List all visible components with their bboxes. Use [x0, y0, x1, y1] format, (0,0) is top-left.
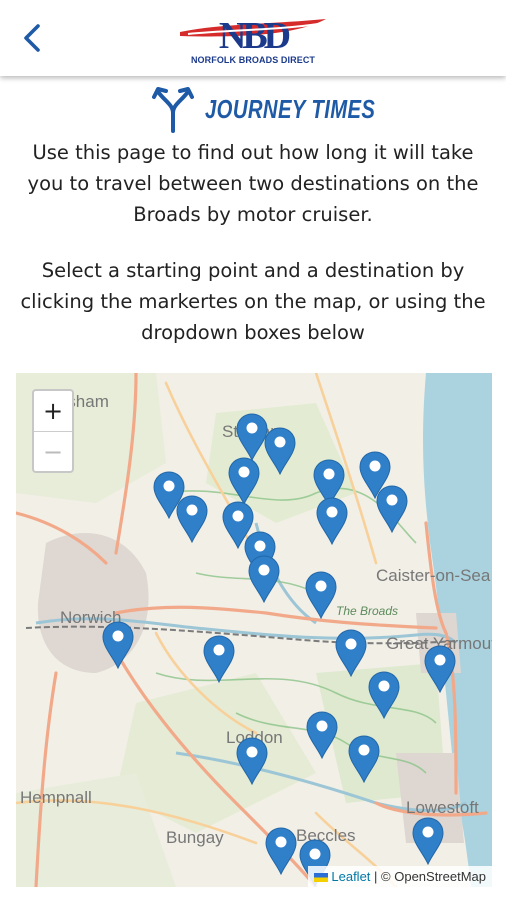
map-marker-15[interactable] — [202, 635, 236, 684]
map-marker-13[interactable] — [304, 571, 338, 620]
page-title: JOURNEY TIMES — [205, 93, 376, 124]
osm-link[interactable]: © OpenStreetMap — [381, 869, 486, 884]
map-marker-24[interactable] — [411, 817, 445, 866]
map-label-hempnall: Hempnall — [20, 788, 92, 807]
attribution-separator: | — [370, 869, 382, 884]
map-marker-2[interactable] — [263, 427, 297, 476]
map-label-bungay: Bungay — [166, 828, 224, 847]
journey-map[interactable]: Aylsham Stalham Caister-on-Sea Norwich G… — [16, 373, 492, 887]
split-arrows-icon — [152, 87, 194, 133]
map-attribution: Leaflet | © OpenStreetMap — [308, 866, 492, 887]
logo-caption: NORFOLK BROADS DIRECT — [190, 55, 316, 65]
back-button[interactable] — [14, 18, 50, 58]
map-marker-10[interactable] — [315, 497, 349, 546]
map-label-caister: Caister-on-Sea — [376, 566, 491, 585]
map-label-the-broads: The Broads — [336, 604, 398, 618]
zoom-control: + − — [32, 389, 74, 473]
chevron-left-icon — [24, 24, 40, 52]
intro-text: Use this page to find out how long it wi… — [27, 141, 479, 226]
zoom-out-button[interactable]: − — [34, 431, 72, 472]
map-marker-17[interactable] — [423, 645, 457, 694]
instructions-text: Select a starting point and a destinatio… — [20, 259, 486, 344]
map-label-lowestoft: Lowestoft — [406, 798, 479, 817]
map-marker-3[interactable] — [227, 457, 261, 506]
map-marker-8[interactable] — [375, 485, 409, 534]
ukraine-flag-icon — [314, 873, 329, 882]
norfolk-broads-direct-logo: NBD NORFOLK BROADS DIRECT — [178, 12, 328, 68]
map-marker-16[interactable] — [334, 629, 368, 678]
map-marker-14[interactable] — [101, 621, 135, 670]
map-marker-19[interactable] — [305, 711, 339, 760]
map-marker-21[interactable] — [347, 735, 381, 784]
svg-text:NBD: NBD — [219, 15, 290, 56]
map-marker-22[interactable] — [264, 827, 298, 876]
zoom-in-button[interactable]: + — [34, 391, 72, 431]
map-marker-12[interactable] — [247, 555, 281, 604]
app-header: NBD NORFOLK BROADS DIRECT — [0, 0, 506, 76]
leaflet-link[interactable]: Leaflet — [331, 869, 370, 884]
map-marker-7[interactable] — [175, 495, 209, 544]
page-heading: JOURNEY TIMES — [0, 84, 506, 134]
map-marker-20[interactable] — [235, 737, 269, 786]
map-marker-18[interactable] — [367, 671, 401, 720]
